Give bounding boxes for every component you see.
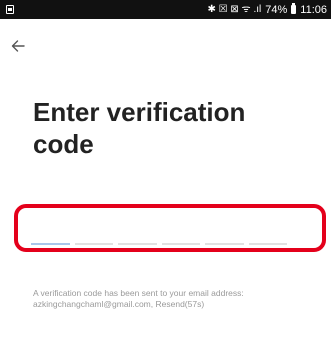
code-digit-1[interactable]: [31, 243, 70, 245]
status-bar-right: ✱ ☒ ⊠ ᯤ .ıl 74% 11:06: [207, 3, 327, 16]
hint-text: A verification code has been sent to you…: [33, 288, 244, 309]
battery-icon: [291, 3, 297, 14]
clock: 11:06: [300, 3, 327, 16]
back-button[interactable]: [7, 35, 29, 57]
status-icons: ✱ ☒ ⊠ ᯤ .ıl: [207, 3, 262, 15]
status-bar-left: [6, 5, 14, 14]
notification-app-icon: [6, 5, 14, 14]
code-digit-3[interactable]: [118, 243, 157, 245]
code-digit-2[interactable]: [74, 243, 113, 245]
code-digit-6[interactable]: [248, 243, 287, 245]
arrow-left-icon: [11, 40, 25, 52]
code-digit-4[interactable]: [161, 243, 200, 245]
verification-code-input[interactable]: [31, 243, 287, 245]
battery-percent: 74%: [265, 3, 288, 16]
code-digit-5[interactable]: [205, 243, 244, 245]
resend-link[interactable]: Resend(57s): [156, 299, 205, 309]
page-title: Enter verification code: [33, 97, 246, 159]
status-bar: ✱ ☒ ⊠ ᯤ .ıl 74% 11:06: [0, 0, 331, 19]
verification-hint: A verification code has been sent to you…: [33, 288, 323, 310]
